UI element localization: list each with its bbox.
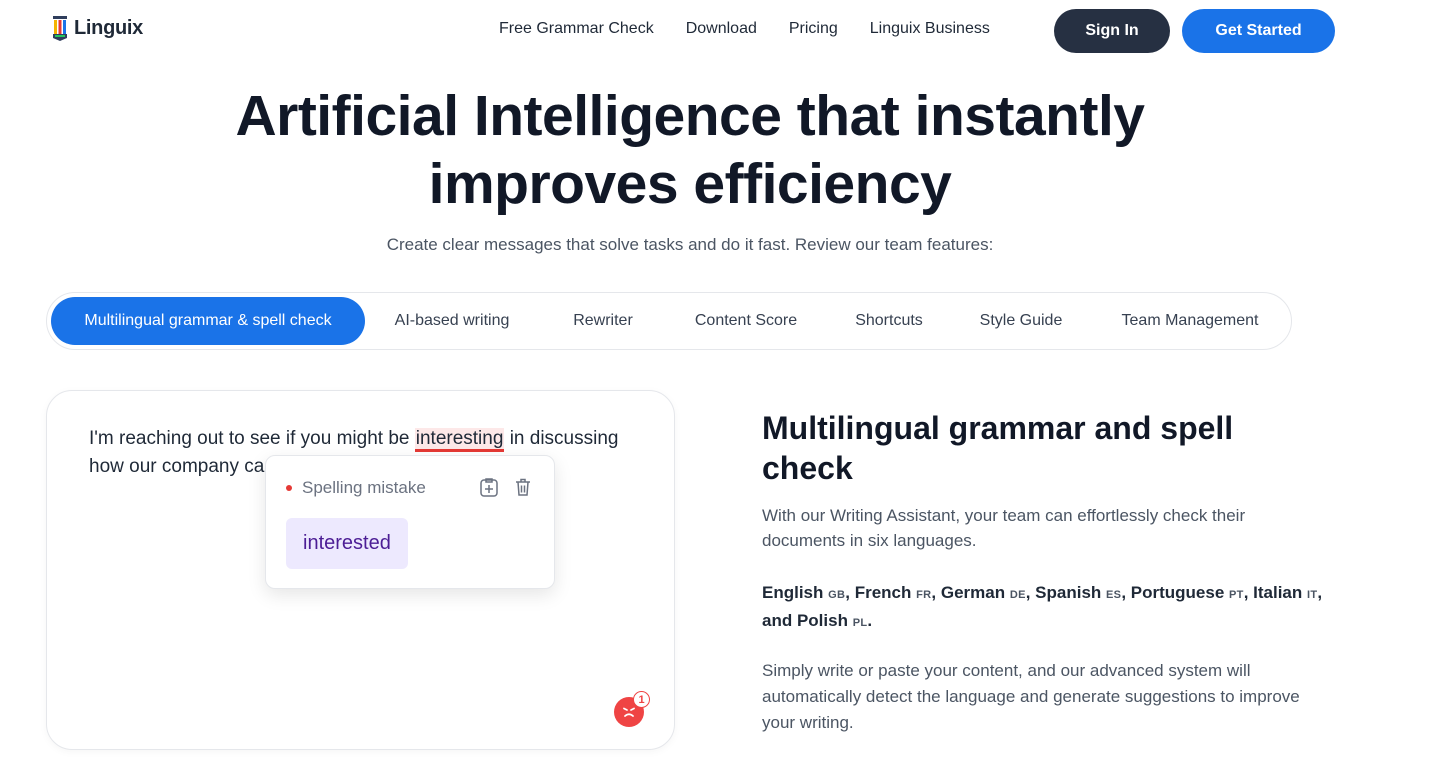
brand-name: Linguix [74, 16, 144, 39]
nav-download[interactable]: Download [686, 20, 757, 38]
language-english: English GB, [762, 583, 855, 602]
language-portuguese: Portuguese PT, [1130, 583, 1254, 602]
get-started-button[interactable]: Get Started [1182, 9, 1335, 53]
main-nav: Free Grammar Check Download Pricing Ling… [499, 20, 990, 38]
trash-icon[interactable] [512, 476, 534, 498]
feature-more-text: Simply write or paste your content, and … [762, 661, 1300, 732]
error-counter-badge[interactable]: 1 [614, 691, 658, 731]
language-french: French FR, [854, 583, 941, 602]
tab-team-management[interactable]: Team Management [1105, 297, 1275, 345]
error-dot-icon [286, 485, 292, 491]
error-type-label: Spelling mistake [302, 478, 426, 497]
hero-title-line-1: Artificial Intelligence that instantly [235, 84, 1145, 148]
brand-logo[interactable]: Linguix [52, 14, 143, 42]
tab-style-guide[interactable]: Style Guide [965, 297, 1077, 345]
language-spanish: Spanish ES, [1035, 583, 1131, 602]
editor-text-before: I'm reaching out to see if you might be [89, 428, 415, 449]
language-code: PT [1229, 589, 1244, 601]
site-header: Linguix Free Grammar Check Download Pric… [0, 0, 1433, 62]
language-code: FR [916, 589, 932, 601]
hero-title-line-2: improves efficiency [428, 152, 952, 216]
spelling-error-word[interactable]: interesting [414, 428, 505, 452]
hero-title: Artificial Intelligence that instantly i… [0, 82, 1380, 218]
error-count: 1 [633, 691, 650, 708]
nav-linguix-business[interactable]: Linguix Business [870, 20, 990, 38]
hero-subtitle: Create clear messages that solve tasks a… [386, 235, 994, 254]
language-german: German DE, [940, 583, 1036, 602]
tab-rewriter[interactable]: Rewriter [555, 297, 651, 345]
nav-pricing[interactable]: Pricing [789, 20, 838, 38]
feature-title: Multilingual grammar and spell check [762, 410, 1234, 486]
linguix-logo-icon [53, 16, 67, 41]
tab-ai-based-writing[interactable]: AI-based writing [377, 297, 527, 345]
language-code: ES [1106, 589, 1122, 601]
tab-shortcuts[interactable]: Shortcuts [839, 297, 939, 345]
language-list: English GB, French FR, German DE, Spanis… [762, 580, 1332, 636]
feature-description: With our Writing Assistant, your team ca… [762, 506, 1246, 550]
language-code: PL [852, 617, 868, 629]
editor-demo-card: I'm reaching out to see if you might be … [46, 390, 675, 750]
language-code: GB [828, 589, 846, 601]
tab-content-score[interactable]: Content Score [679, 297, 813, 345]
suggestion-popup: Spelling mistake interested [265, 455, 555, 589]
add-to-dictionary-icon[interactable] [478, 476, 500, 498]
sign-in-button[interactable]: Sign In [1054, 9, 1170, 53]
language-polish: Polish PL. [796, 611, 873, 630]
suggestion-button[interactable]: interested [286, 518, 408, 569]
feature-tabs: Multilingual grammar & spell check AI-ba… [46, 292, 1292, 350]
tab-multilingual-grammar[interactable]: Multilingual grammar & spell check [51, 297, 365, 345]
nav-free-grammar-check[interactable]: Free Grammar Check [499, 20, 654, 38]
language-code: DE [1009, 589, 1026, 601]
language-code: IT [1307, 589, 1318, 601]
